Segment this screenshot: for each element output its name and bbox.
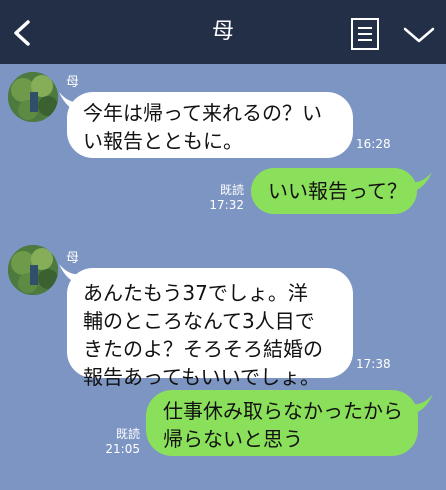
bubble-tail	[411, 394, 433, 414]
note-icon[interactable]	[350, 17, 380, 51]
bubble-tail	[410, 172, 432, 192]
chevron-down-icon[interactable]	[402, 24, 436, 46]
message-text: いい報告って？	[268, 179, 407, 203]
message-bubble[interactable]: いい報告って？	[251, 168, 417, 214]
message-text: 今年は帰って来れるの？い い報告とともに。	[83, 101, 322, 153]
message-bubble[interactable]: 今年は帰って来れるの？い い報告とともに。	[67, 92, 353, 158]
avatar-image	[8, 72, 58, 122]
avatar-image	[8, 245, 58, 295]
message-text: 仕事休み取らなかったから 帰らないと思う	[163, 399, 403, 451]
chat-header: 母	[0, 0, 446, 64]
message-bubble[interactable]: あんたもう37でしょ。洋 輔のところなんて3人目で きたのよ？そろそろ結婚の 報…	[67, 268, 353, 389]
sender-name: 母	[66, 75, 80, 90]
avatar[interactable]	[8, 245, 58, 295]
message-time: 17:32	[209, 198, 244, 212]
message-bubble[interactable]: 仕事休み取らなかったから 帰らないと思う	[146, 390, 418, 456]
read-receipt: 既読	[115, 427, 140, 441]
message-time: 21:05	[105, 442, 140, 456]
avatar[interactable]	[8, 72, 58, 122]
message-time: 16:28	[356, 137, 391, 151]
message-text: あんたもう37でしょ。洋 輔のところなんて3人目で きたのよ？そろそろ結婚の 報…	[83, 281, 323, 389]
read-receipt: 既読	[219, 183, 244, 197]
message-time: 17:38	[356, 357, 391, 371]
